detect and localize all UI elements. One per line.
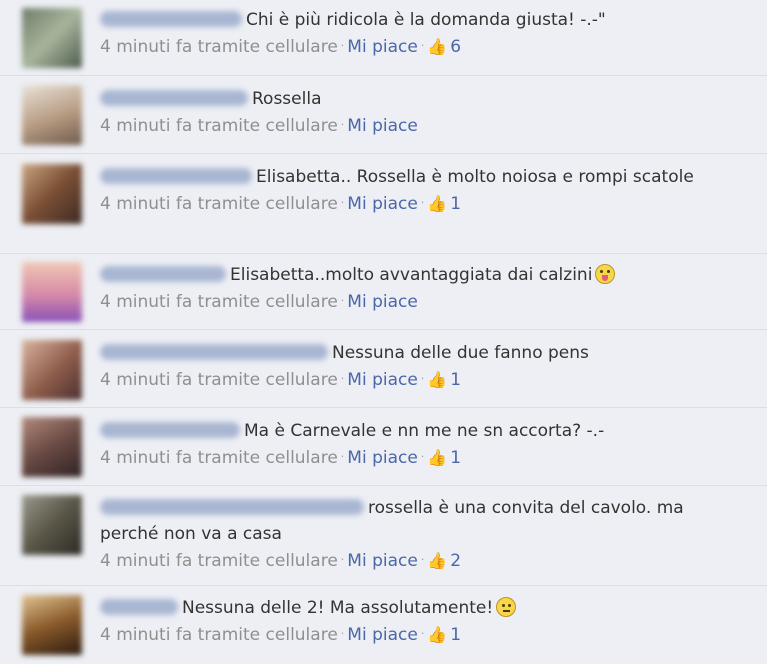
- separator: ·: [340, 118, 345, 131]
- comment-time: 4 minuti fa tramite cellulare: [100, 625, 338, 645]
- like-count[interactable]: 1: [450, 194, 461, 214]
- comment-list: Chi è più ridicola è la domanda giusta! …: [0, 0, 767, 664]
- comment-text: Ma è Carnevale e nn me ne sn accorta? -.…: [244, 421, 605, 441]
- avatar[interactable]: [22, 595, 82, 655]
- avatar[interactable]: [22, 164, 82, 224]
- comment-time: 4 minuti fa tramite cellulare: [100, 448, 338, 468]
- thumbs-up-icon[interactable]: 👍: [427, 551, 447, 570]
- separator: ·: [340, 196, 345, 209]
- separator: ·: [340, 372, 345, 385]
- comment-item: Rossella 4 minuti fa tramite cellulare · M…: [0, 76, 767, 154]
- comment-meta: 4 minuti fa tramite cellulare · Mi piace · 👍…: [100, 551, 461, 571]
- separator: ·: [420, 196, 425, 209]
- comment-meta: 4 minuti fa tramite cellulare · Mi piace · 👍…: [100, 448, 461, 468]
- like-link[interactable]: Mi piace: [347, 37, 418, 57]
- comment-meta: 4 minuti fa tramite cellulare · Mi piace · 👍…: [100, 194, 461, 214]
- thumbs-up-icon[interactable]: 👍: [427, 625, 447, 644]
- comment-meta: 4 minuti fa tramite cellulare · Mi piace · 👍…: [100, 625, 461, 645]
- comment-meta: 4 minuti fa tramite cellulare · Mi piace: [100, 292, 418, 312]
- separator: ·: [340, 450, 345, 463]
- like-link[interactable]: Mi piace: [347, 448, 418, 468]
- like-count[interactable]: 1: [450, 448, 461, 468]
- thumbs-up-icon[interactable]: 👍: [427, 37, 447, 56]
- comment-time: 4 minuti fa tramite cellulare: [100, 194, 338, 214]
- separator: ·: [420, 39, 425, 52]
- comment-time: 4 minuti fa tramite cellulare: [100, 37, 338, 57]
- comment-item: Nessuna delle 2! Ma assolutamente! 4 min…: [0, 586, 767, 664]
- commenter-name[interactable]: [100, 11, 242, 27]
- avatar[interactable]: [22, 417, 82, 477]
- avatar[interactable]: [22, 85, 82, 145]
- thumbs-up-icon[interactable]: 👍: [427, 448, 447, 467]
- comment-text: Elisabetta..molto avvantaggiata dai calz…: [230, 265, 593, 285]
- comment-text: Nessuna delle 2! Ma assolutamente!: [182, 598, 494, 618]
- commenter-name[interactable]: [100, 168, 252, 184]
- avatar[interactable]: [22, 8, 82, 68]
- avatar[interactable]: [22, 340, 82, 400]
- comment-item: rossella è una convita del cavolo. ma pe…: [0, 486, 767, 586]
- comment-meta: 4 minuti fa tramite cellulare · Mi piace · 👍…: [100, 37, 461, 57]
- avatar[interactable]: [22, 262, 82, 322]
- comment-text: Elisabetta.. Rossella è molto noiosa e r…: [256, 167, 694, 187]
- neutral-emoticon-icon: [496, 597, 517, 617]
- comment-item: Elisabetta..molto avvantaggiata dai calz…: [0, 254, 767, 330]
- comment-text: Rossella: [252, 89, 322, 109]
- like-count[interactable]: 1: [450, 370, 461, 390]
- commenter-name[interactable]: [100, 599, 178, 615]
- comment-meta: 4 minuti fa tramite cellulare · Mi piace · 👍…: [100, 370, 461, 390]
- commenter-name[interactable]: [100, 266, 226, 282]
- separator: ·: [420, 450, 425, 463]
- commenter-name[interactable]: [100, 422, 240, 438]
- comment-time: 4 minuti fa tramite cellulare: [100, 116, 338, 136]
- commenter-name[interactable]: [100, 90, 248, 106]
- avatar[interactable]: [22, 495, 82, 555]
- thumbs-up-icon[interactable]: 👍: [427, 194, 447, 213]
- comment-item: Elisabetta.. Rossella è molto noiosa e r…: [0, 154, 767, 254]
- like-link[interactable]: Mi piace: [347, 370, 418, 390]
- commenter-name[interactable]: [100, 344, 328, 360]
- comment-item: Ma è Carnevale e nn me ne sn accorta? -.…: [0, 408, 767, 486]
- separator: ·: [420, 627, 425, 640]
- thumbs-up-icon[interactable]: 👍: [427, 370, 447, 389]
- like-count[interactable]: 6: [450, 37, 461, 57]
- comment-time: 4 minuti fa tramite cellulare: [100, 370, 338, 390]
- like-count[interactable]: 2: [450, 551, 461, 571]
- comment-time: 4 minuti fa tramite cellulare: [100, 292, 338, 312]
- separator: ·: [420, 553, 425, 566]
- comment-time: 4 minuti fa tramite cellulare: [100, 551, 338, 571]
- like-link[interactable]: Mi piace: [347, 194, 418, 214]
- separator: ·: [340, 294, 345, 307]
- comment-text: Chi è più ridicola è la domanda giusta! …: [246, 10, 606, 30]
- commenter-name[interactable]: [100, 499, 364, 515]
- like-link[interactable]: Mi piace: [347, 292, 418, 312]
- like-link[interactable]: Mi piace: [347, 116, 418, 136]
- comment-item: Nessuna delle due fanno pens 4 minuti fa…: [0, 330, 767, 408]
- like-link[interactable]: Mi piace: [347, 625, 418, 645]
- like-count[interactable]: 1: [450, 625, 461, 645]
- separator: ·: [340, 627, 345, 640]
- like-link[interactable]: Mi piace: [347, 551, 418, 571]
- tongue-emoticon-icon: [595, 264, 616, 284]
- comment-text: Nessuna delle due fanno pens: [332, 343, 589, 363]
- separator: ·: [420, 372, 425, 385]
- separator: ·: [340, 553, 345, 566]
- comment-item: Chi è più ridicola è la domanda giusta! …: [0, 0, 767, 76]
- comment-meta: 4 minuti fa tramite cellulare · Mi piace: [100, 116, 418, 136]
- separator: ·: [340, 39, 345, 52]
